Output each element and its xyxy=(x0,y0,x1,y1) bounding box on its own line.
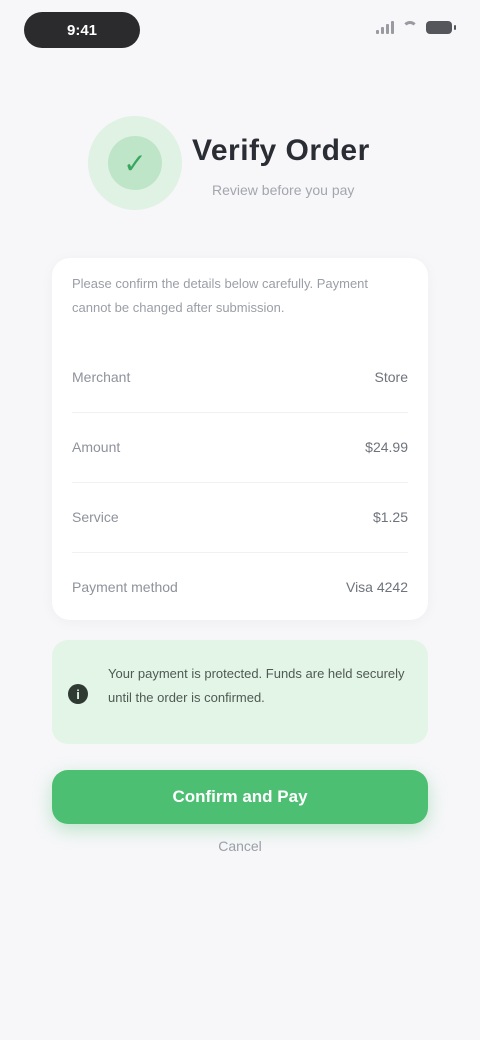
status-time: 9:41 xyxy=(24,12,140,48)
row-value: Store xyxy=(374,369,408,385)
battery-icon xyxy=(426,20,456,34)
row-label: Merchant xyxy=(72,369,131,385)
logo: ✓ xyxy=(88,116,182,210)
row-value: Visa 4242 xyxy=(345,579,408,595)
summary-row-amount: Amount $24.99 xyxy=(72,412,408,483)
page-subtitle: Review before you pay xyxy=(212,182,355,198)
status-bar: 9:41 xyxy=(0,0,480,64)
cancel-link[interactable]: Cancel xyxy=(190,838,290,854)
leaf-icon: ✓ xyxy=(108,136,162,190)
card-description: Please confirm the details below careful… xyxy=(72,276,369,315)
row-label: Amount xyxy=(72,439,121,455)
row-label: Payment method xyxy=(72,579,178,595)
confirm-pay-button[interactable]: Confirm and Pay xyxy=(52,770,428,824)
status-icons xyxy=(376,20,456,34)
order-summary-card: Please confirm the details below careful… xyxy=(52,258,428,620)
info-icon: i xyxy=(68,684,88,704)
signal-icon xyxy=(376,20,394,34)
page-title: Verify Order xyxy=(192,134,370,167)
row-value: $24.99 xyxy=(365,439,408,455)
summary-row-service: Service $1.25 xyxy=(72,482,408,553)
row-label: Service xyxy=(72,509,119,525)
notice-text: Your payment is protected. Funds are hel… xyxy=(108,666,405,705)
security-notice: i Your payment is protected. Funds are h… xyxy=(52,640,428,744)
summary-row-payment-method: Payment method Visa 4242 xyxy=(72,552,408,622)
row-value: $1.25 xyxy=(372,509,408,525)
header: ✓ Verify Order Review before you pay xyxy=(88,112,408,222)
wifi-icon xyxy=(402,21,418,33)
summary-row-merchant: Merchant Store xyxy=(72,342,408,413)
